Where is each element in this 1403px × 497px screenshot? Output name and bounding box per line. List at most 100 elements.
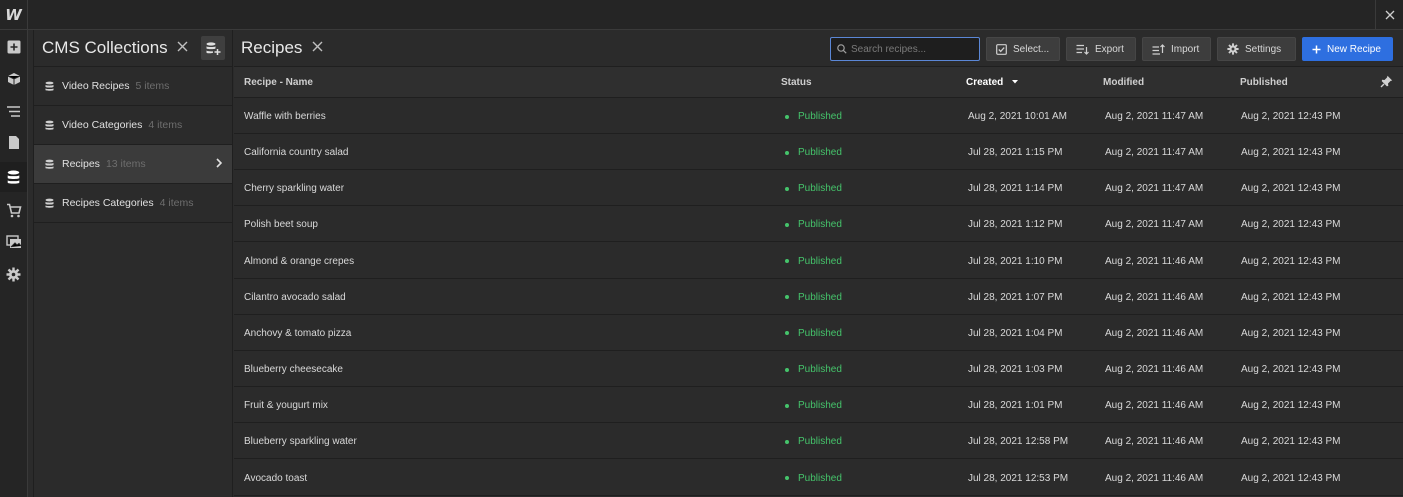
navigator-button[interactable] xyxy=(0,96,27,126)
created-cell: Jul 28, 2021 1:01 PM xyxy=(968,400,1063,412)
published-cell: Aug 2, 2021 12:43 PM xyxy=(1241,436,1341,448)
add-panel-button[interactable] xyxy=(0,32,27,62)
database-icon xyxy=(45,198,54,209)
created-cell: Jul 28, 2021 1:14 PM xyxy=(968,183,1063,195)
status-dot xyxy=(785,439,789,444)
published-cell: Aug 2, 2021 12:43 PM xyxy=(1241,147,1341,159)
assets-button[interactable] xyxy=(0,227,27,257)
search-box[interactable] xyxy=(830,37,980,61)
table-row[interactable]: California country salad Published Jul 28,… xyxy=(234,134,1403,171)
status-dot xyxy=(785,186,789,191)
recipe-name-cell: California country salad xyxy=(244,147,349,159)
recipe-name-cell: Fruit & yougurt mix xyxy=(244,400,328,412)
database-icon xyxy=(7,170,20,184)
table-row[interactable]: Cilantro avocado salad Published Jul 28, 2… xyxy=(234,279,1403,315)
status-label: Published xyxy=(798,111,842,122)
components-button[interactable] xyxy=(0,64,27,94)
export-button[interactable]: Export xyxy=(1066,37,1136,61)
column-header-status[interactable]: Status xyxy=(781,77,812,88)
search-input[interactable] xyxy=(851,43,971,55)
select-button[interactable]: Select... xyxy=(986,37,1060,61)
status-badge: Published xyxy=(785,111,842,122)
close-collections-button[interactable] xyxy=(177,39,188,57)
gear-icon xyxy=(6,267,21,281)
collection-item-recipes[interactable]: Recipes 13 items xyxy=(34,145,232,184)
cube-icon xyxy=(7,73,20,85)
new-recipe-button[interactable]: New Recipe xyxy=(1302,37,1393,61)
collections-header: CMS Collections xyxy=(34,30,232,67)
close-panel-button[interactable] xyxy=(1375,0,1403,30)
created-cell: Jul 28, 2021 1:10 PM xyxy=(968,255,1063,267)
database-icon xyxy=(45,159,54,170)
modified-cell: Aug 2, 2021 11:46 AM xyxy=(1105,327,1204,339)
ecommerce-button[interactable] xyxy=(0,195,27,225)
status-label: Published xyxy=(798,327,842,339)
page-title: Recipes xyxy=(241,38,303,57)
created-cell: Jul 28, 2021 1:15 PM xyxy=(968,147,1063,159)
recipe-name-cell: Almond & orange crepes xyxy=(244,255,355,267)
table-row[interactable]: Fruit & yougurt mix Published Jul 28, 2021… xyxy=(234,387,1403,424)
gear-icon xyxy=(1227,43,1239,55)
page-icon xyxy=(8,135,19,149)
recipe-name-cell: Cherry sparkling water xyxy=(244,183,345,195)
status-dot xyxy=(785,222,789,227)
status-badge: Published xyxy=(785,436,842,447)
table-row[interactable]: Blueberry cheesecake Published Jul 28, 202… xyxy=(234,351,1403,388)
import-button[interactable]: Import xyxy=(1142,37,1211,61)
close-recipes-button[interactable] xyxy=(312,39,323,57)
settings-button[interactable]: Settings xyxy=(1217,37,1296,61)
collection-name: Recipes xyxy=(62,158,100,170)
webflow-logo[interactable]: W xyxy=(0,0,28,30)
collection-item-video-categories[interactable]: Video Categories 4 items xyxy=(34,106,232,145)
published-cell: Aug 2, 2021 12:43 PM xyxy=(1241,255,1341,267)
column-header-name[interactable]: Recipe - Name xyxy=(244,77,313,88)
created-cell: Jul 28, 2021 12:53 PM xyxy=(968,472,1069,484)
modified-cell: Aug 2, 2021 11:47 AM xyxy=(1105,111,1204,122)
status-dot xyxy=(785,114,789,119)
table-row[interactable]: Avocado toast Published Jul 28, 2021 12:53… xyxy=(234,460,1403,496)
status-label: Published xyxy=(798,436,842,448)
column-header-modified[interactable]: Modified xyxy=(1103,77,1144,88)
table-row[interactable]: Polish beet soup Published Jul 28, 2021 1:… xyxy=(234,206,1403,243)
cms-collections-panel: CMS Collections Video Recipes 5 items Vi… xyxy=(33,30,233,497)
status-label: Published xyxy=(798,364,842,376)
modified-cell: Aug 2, 2021 11:46 AM xyxy=(1105,255,1204,267)
modified-cell: Aug 2, 2021 11:46 AM xyxy=(1105,400,1204,412)
status-dot xyxy=(785,150,789,155)
modified-cell: Aug 2, 2021 11:46 AM xyxy=(1105,472,1204,484)
recipe-name-cell: Avocado toast xyxy=(244,472,308,484)
status-badge: Published xyxy=(785,219,842,230)
table-row[interactable]: Blueberry sparkling water Published Jul 28… xyxy=(234,423,1403,460)
status-label: Published xyxy=(798,147,842,159)
recipes-header: Recipes Select... Export Import Settings… xyxy=(234,30,1403,67)
search-icon xyxy=(837,44,847,54)
add-collection-button[interactable] xyxy=(201,36,225,60)
status-badge: Published xyxy=(785,473,842,484)
status-dot xyxy=(785,367,789,372)
published-cell: Aug 2, 2021 12:43 PM xyxy=(1241,219,1341,231)
collection-count: 4 items xyxy=(159,197,194,209)
layers-icon xyxy=(7,105,20,117)
modified-cell: Aug 2, 2021 11:46 AM xyxy=(1105,436,1204,448)
collection-name: Recipes Categories xyxy=(62,197,154,209)
collection-item-video-recipes[interactable]: Video Recipes 5 items xyxy=(34,67,232,106)
top-bar: W xyxy=(0,0,1403,30)
table-row[interactable]: Almond & orange crepes Published Jul 28, 2… xyxy=(234,243,1403,279)
collection-item-recipes-categories[interactable]: Recipes Categories 4 items xyxy=(34,184,232,223)
plus-icon xyxy=(1312,45,1321,53)
pages-button[interactable] xyxy=(0,127,27,157)
recipe-name-cell: Cilantro avocado salad xyxy=(244,291,346,303)
cms-button[interactable] xyxy=(0,162,27,192)
collection-count: 4 items xyxy=(148,119,183,131)
database-icon xyxy=(45,120,54,131)
column-header-published[interactable]: Published xyxy=(1240,77,1288,88)
settings-button-label: Settings xyxy=(1245,43,1282,55)
column-header-created[interactable]: Created xyxy=(966,77,1019,88)
table-row[interactable]: Cherry sparkling water Published Jul 28, 2… xyxy=(234,170,1403,207)
status-label: Published xyxy=(798,255,842,267)
table-row[interactable]: Anchovy & tomato pizza Published Jul 28, 2… xyxy=(234,315,1403,351)
modified-cell: Aug 2, 2021 11:47 AM xyxy=(1105,147,1204,159)
settings-rail-button[interactable] xyxy=(0,259,27,289)
table-row[interactable]: Waffle with berries Published Aug 2, 2021 … xyxy=(234,98,1403,134)
pin-columns-button[interactable] xyxy=(1380,75,1393,91)
